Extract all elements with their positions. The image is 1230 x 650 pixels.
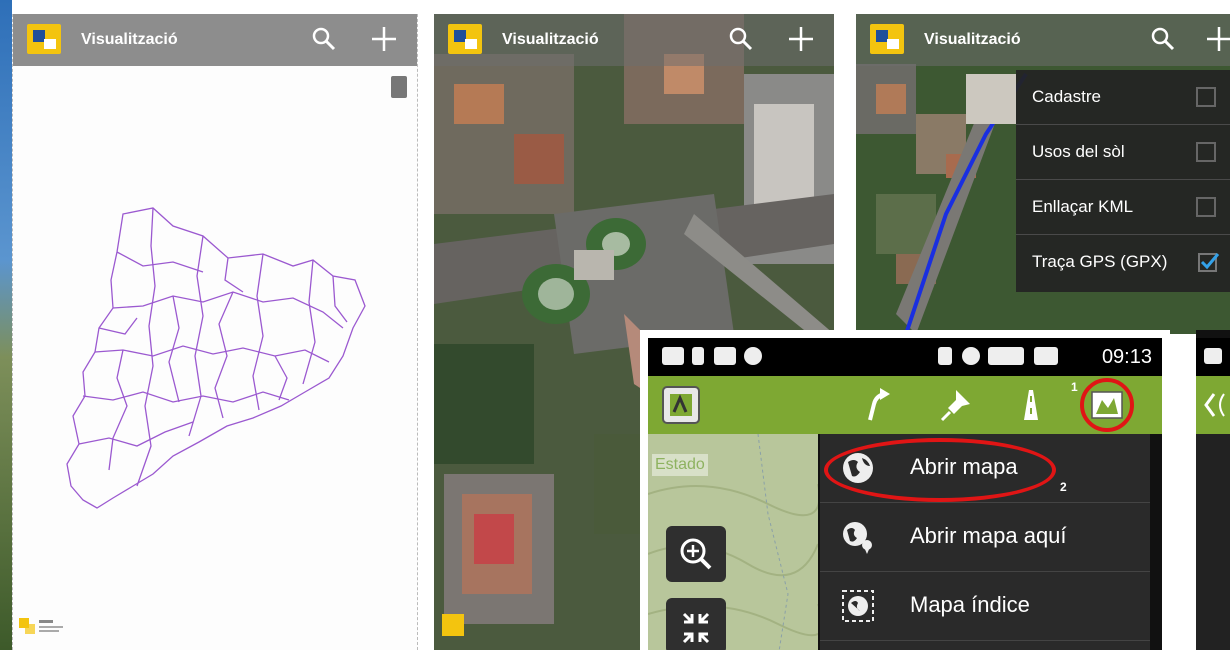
app-title: Visualització <box>502 31 599 48</box>
checkbox-checked-icon[interactable] <box>1198 251 1220 273</box>
app-bar: Visualització <box>856 14 1230 66</box>
second-phone-screen <box>1196 330 1230 650</box>
android-icon <box>714 347 736 365</box>
layer-checkbox[interactable] <box>1196 142 1216 162</box>
warning-icon <box>744 347 762 365</box>
region-boundaries-map <box>66 207 366 509</box>
institution-logo <box>442 614 464 636</box>
map-menu: Abrir mapa 2 Abrir mapa aquí Mapa índice <box>820 434 1150 650</box>
search-icon[interactable] <box>311 26 337 52</box>
layer-option-label: Usos del sòl <box>1032 142 1125 161</box>
index-map-icon <box>842 590 874 622</box>
menu-item-label: Mapa índice <box>910 592 1030 617</box>
layer-option-gps-track[interactable]: Traça GPS (GPX) <box>1016 235 1230 289</box>
highlight-circle-map-button <box>1080 378 1134 432</box>
add-icon[interactable] <box>1206 26 1230 52</box>
layer-option-kml[interactable]: Enllaçar KML <box>1016 180 1230 235</box>
map-status-label: Estado <box>652 454 708 476</box>
menu-panel <box>1196 434 1230 650</box>
layer-option-label: Enllaçar KML <box>1032 197 1134 216</box>
status-bar: 09:13 <box>648 338 1162 376</box>
layer-option-label: Traça GPS (GPX) <box>1032 252 1168 271</box>
fit-view-button[interactable] <box>666 598 726 650</box>
zoom-in-icon <box>680 538 712 570</box>
search-icon[interactable] <box>728 26 754 52</box>
map-view[interactable]: Estado <box>648 434 818 650</box>
app-bar: Visualització <box>13 14 417 66</box>
menu-item-open-map-here[interactable]: Abrir mapa aquí <box>820 503 1150 572</box>
app-logo <box>448 24 482 54</box>
app-title: Visualització <box>924 31 1021 48</box>
add-icon[interactable] <box>788 26 814 52</box>
road-icon[interactable] <box>1012 386 1050 424</box>
status-bar <box>1196 338 1230 376</box>
layer-option-land-use[interactable]: Usos del sòl <box>1016 125 1230 180</box>
highlight-ellipse-open-map <box>824 438 1056 502</box>
app-toolbar <box>1196 376 1230 434</box>
route-arrow-icon[interactable] <box>858 386 896 424</box>
layer-options-screen: Visualització Cadastre Usos del sòl Enll… <box>856 14 1230 334</box>
menu-item-label: Abrir mapa aquí <box>910 523 1067 548</box>
layers-button[interactable] <box>391 76 407 98</box>
layer-option-cadastre[interactable]: Cadastre <box>1016 70 1230 125</box>
status-time: 09:13 <box>1101 346 1152 368</box>
zoom-in-button[interactable] <box>666 526 726 582</box>
institution-logo <box>19 618 63 634</box>
step-label-1: 1 <box>1071 380 1078 394</box>
layer-checkbox[interactable] <box>1196 197 1216 217</box>
alarm-icon <box>962 347 980 365</box>
menu-item-open-map[interactable]: Abrir mapa 2 <box>820 434 1150 503</box>
app-toolbar: 1 <box>648 376 1162 434</box>
map-canvas[interactable] <box>13 66 417 650</box>
signal-icon <box>988 347 1024 365</box>
back-icon <box>1204 348 1222 364</box>
search-icon[interactable] <box>1150 26 1176 52</box>
collapse-arrows-icon <box>682 612 710 644</box>
layer-checkbox[interactable] <box>1196 87 1216 107</box>
globe-pin-icon <box>843 522 872 554</box>
phone-app-screen: 09:13 1 Estado Abrir mapa 2 Abrir mapa a… <box>640 330 1170 650</box>
app-bar: Visualització <box>434 14 834 66</box>
back-icon <box>662 347 684 365</box>
app-title: Visualització <box>81 31 178 48</box>
step-label-2: 2 <box>1060 480 1067 494</box>
usb-icon <box>692 347 704 365</box>
pin-icon[interactable] <box>938 386 976 424</box>
layers-dropdown-menu: Cadastre Usos del sòl Enllaçar KML Traça… <box>1016 70 1230 292</box>
menu-item-index-map[interactable]: Mapa índice <box>820 572 1150 641</box>
back-arrow-icon[interactable] <box>1200 390 1226 420</box>
add-icon[interactable] <box>371 26 397 52</box>
background-photo-strip <box>0 0 12 650</box>
vibrate-icon <box>938 347 952 365</box>
boundary-map-screen: Visualització <box>12 14 418 650</box>
app-logo-icon[interactable] <box>662 386 700 424</box>
app-logo <box>27 24 61 54</box>
layer-option-label: Cadastre <box>1032 87 1101 106</box>
battery-icon <box>1034 347 1058 365</box>
app-logo <box>870 24 904 54</box>
